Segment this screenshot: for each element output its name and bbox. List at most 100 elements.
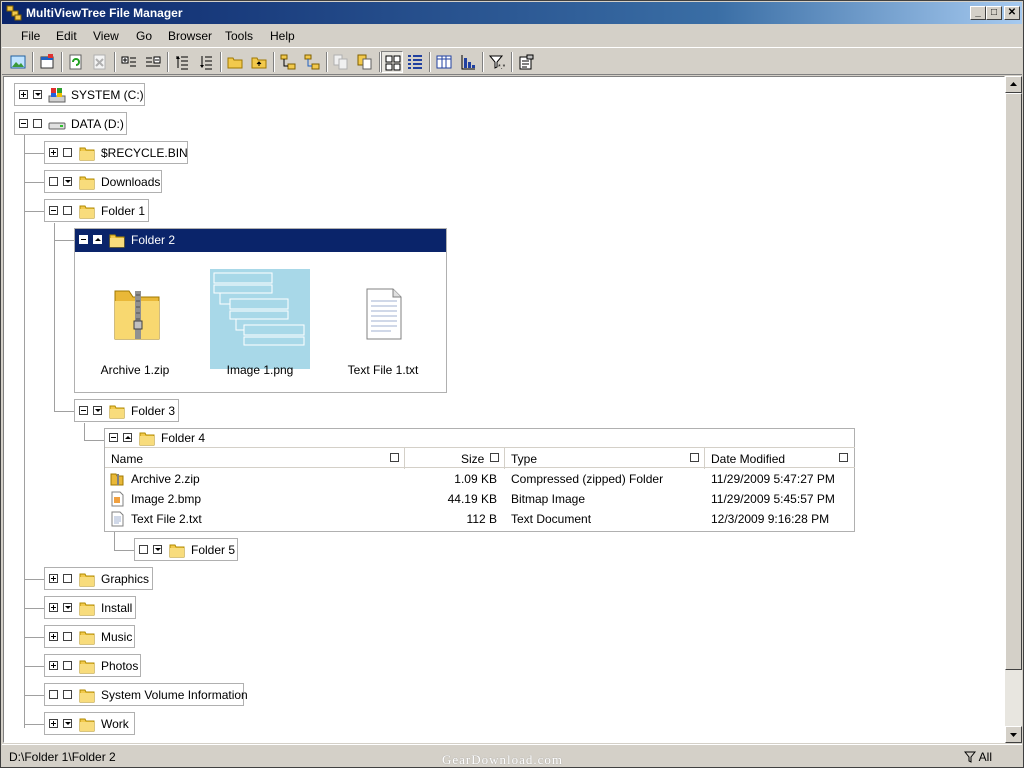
filter-status[interactable]: All [963,750,992,764]
paste-icon[interactable] [354,51,376,73]
tree-node-graphics[interactable]: Graphics [44,567,153,590]
new-folder-icon[interactable] [224,51,246,73]
collapse-toggle[interactable] [79,235,88,244]
vertical-scrollbar[interactable] [1005,76,1022,743]
move-tree-icon[interactable] [301,51,323,73]
tree-node-folder-1[interactable]: Folder 1 [44,199,149,222]
menu-file[interactable]: File [21,29,40,43]
expand-toggle[interactable] [49,574,58,583]
new-window-icon[interactable] [36,51,58,73]
filter-icon[interactable]: *.* [486,51,508,73]
expand-toggle[interactable] [49,632,58,641]
table-row[interactable]: Image 2.bmp 44.19 KB Bitmap Image 11/29/… [105,489,855,509]
file-item-text-file-1[interactable]: Text File 1.txt [333,269,433,377]
view-mode-toggle[interactable] [63,603,72,612]
view-mode-toggle[interactable] [153,545,162,554]
view-mode-toggle[interactable] [93,235,102,244]
tree-node-system-c[interactable]: SYSTEM (C:) [14,83,145,106]
expand-toggle[interactable] [49,661,58,670]
collapse-toggle[interactable] [49,206,58,215]
title-bar[interactable]: MultiViewTree File Manager _ □ ✕ [2,2,1022,24]
image-view-icon[interactable] [7,51,29,73]
file-item-archive-1[interactable]: Archive 1.zip [85,269,185,377]
tree-node-system-volume-information[interactable]: System Volume Information [44,683,248,706]
column-header-date-modified[interactable]: Date Modified [705,448,855,469]
list-collapse-icon[interactable] [195,51,217,73]
column-header-size[interactable]: Size [405,448,505,469]
folder-4-details-panel: Folder 4 Name Size Type Date Modified Ar… [104,428,855,532]
scroll-down-button[interactable] [1005,726,1022,743]
expand-toggle[interactable] [49,148,58,157]
expand-toggle[interactable] [19,90,28,99]
tree-node-folder-5[interactable]: Folder 5 [134,538,238,561]
expand-toggle[interactable] [139,545,148,554]
column-header-type[interactable]: Type [505,448,705,469]
view-mode-toggle[interactable] [63,574,72,583]
expand-toggle[interactable] [49,603,58,612]
folder-up-icon[interactable] [248,51,270,73]
delete-icon[interactable] [89,51,111,73]
menu-view[interactable]: View [93,29,119,43]
details-view-icon[interactable] [404,51,426,73]
view-mode-toggle[interactable] [33,90,42,99]
file-date: 11/29/2009 5:45:57 PM [711,492,835,506]
view-mode-toggle[interactable] [63,632,72,641]
refresh-icon[interactable] [65,51,87,73]
table-row[interactable]: Archive 2.zip 1.09 KB Compressed (zipped… [105,469,855,489]
tree-node-data-d[interactable]: DATA (D:) [14,112,127,135]
folder-icon [79,660,95,674]
expand-all-icon[interactable] [118,51,140,73]
column-toggle-icon[interactable] [690,453,699,462]
column-toggle-icon[interactable] [490,453,499,462]
expand-toggle[interactable] [49,690,58,699]
tree-node-install[interactable]: Install [44,596,136,619]
copy-tree-icon[interactable] [277,51,299,73]
file-item-image-1[interactable]: Image 1.png [210,269,310,377]
column-header-name[interactable]: Name [105,448,405,469]
tree-node-folder-3[interactable]: Folder 3 [74,399,179,422]
tree-view[interactable]: SYSTEM (C:) DATA (D:) $RECYCLE.BIN Downl… [3,76,1005,743]
properties-icon[interactable] [515,51,537,73]
collapse-toggle[interactable] [79,406,88,415]
expand-toggle[interactable] [49,177,58,186]
menu-edit[interactable]: Edit [56,29,77,43]
collapse-toggle[interactable] [19,119,28,128]
menu-tools[interactable]: Tools [225,29,253,43]
scroll-thumb[interactable] [1005,93,1022,670]
tree-node-music[interactable]: Music [44,625,135,648]
tree-node-folder-2[interactable]: Folder 2 [75,229,446,252]
columns-icon[interactable] [433,51,455,73]
view-mode-toggle[interactable] [33,119,42,128]
view-mode-toggle[interactable] [63,719,72,728]
view-mode-toggle[interactable] [93,406,102,415]
view-mode-toggle[interactable] [63,661,72,670]
table-row[interactable]: Text File 2.txt 112 B Text Document 12/3… [105,509,855,529]
view-mode-toggle[interactable] [63,206,72,215]
view-mode-toggle[interactable] [63,148,72,157]
drive-icon [48,122,66,130]
collapse-all-icon[interactable] [142,51,164,73]
copy-disabled-icon[interactable] [330,51,352,73]
sort-icon[interactable] [457,51,479,73]
column-toggle-icon[interactable] [839,453,848,462]
thumbnail-view-icon[interactable] [381,51,403,73]
view-mode-toggle[interactable] [63,690,72,699]
view-mode-toggle[interactable] [123,433,132,442]
maximize-button[interactable]: □ [986,6,1002,20]
view-mode-toggle[interactable] [63,177,72,186]
expand-toggle[interactable] [49,719,58,728]
tree-node-work[interactable]: Work [44,712,135,735]
scroll-up-button[interactable] [1005,76,1022,93]
menu-browser[interactable]: Browser [168,29,212,43]
tree-node-recycle-bin[interactable]: $RECYCLE.BIN [44,141,188,164]
list-expand-icon[interactable] [171,51,193,73]
close-button[interactable]: ✕ [1004,6,1020,20]
minimize-button[interactable]: _ [970,6,986,20]
menu-go[interactable]: Go [136,29,152,43]
collapse-toggle[interactable] [109,433,118,442]
tree-node-downloads[interactable]: Downloads [44,170,162,193]
column-toggle-icon[interactable] [390,453,399,462]
tree-node-folder-4[interactable]: Folder 4 [105,429,215,448]
tree-node-photos[interactable]: Photos [44,654,141,677]
menu-help[interactable]: Help [270,29,295,43]
